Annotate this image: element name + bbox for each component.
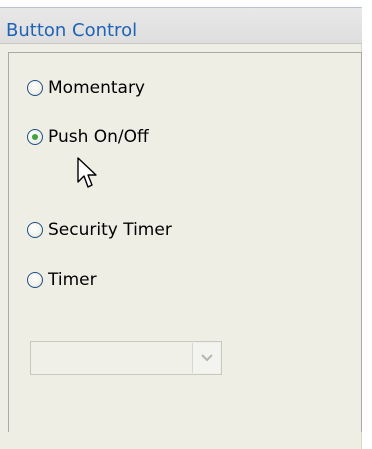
radio-option-momentary[interactable]: Momentary bbox=[27, 75, 145, 101]
radio-label-momentary: Momentary bbox=[48, 78, 145, 98]
button-control-panel: Button Control Momentary Push On/Off Sec… bbox=[0, 0, 362, 449]
radio-option-security-timer[interactable]: Security Timer bbox=[27, 217, 172, 243]
radio-button-push-on-off[interactable] bbox=[27, 129, 43, 145]
panel-header: Button Control bbox=[0, 7, 362, 44]
radio-option-push-on-off[interactable]: Push On/Off bbox=[27, 124, 149, 150]
radio-label-timer: Timer bbox=[48, 270, 97, 290]
top-spacer bbox=[0, 0, 362, 7]
radio-button-security-timer[interactable] bbox=[27, 222, 43, 238]
radio-label-security-timer: Security Timer bbox=[48, 220, 172, 240]
radio-label-push-on-off: Push On/Off bbox=[48, 127, 149, 147]
dropdown-button[interactable] bbox=[192, 343, 220, 373]
button-control-group: Momentary Push On/Off Security Timer Tim… bbox=[8, 52, 362, 432]
radio-button-momentary[interactable] bbox=[27, 80, 43, 96]
radio-option-timer[interactable]: Timer bbox=[27, 267, 97, 293]
timer-dropdown[interactable] bbox=[30, 341, 222, 375]
panel-title: Button Control bbox=[6, 20, 138, 41]
chevron-down-icon bbox=[200, 354, 213, 362]
arrow-pointer-icon bbox=[77, 157, 97, 188]
radio-button-timer[interactable] bbox=[27, 272, 43, 288]
